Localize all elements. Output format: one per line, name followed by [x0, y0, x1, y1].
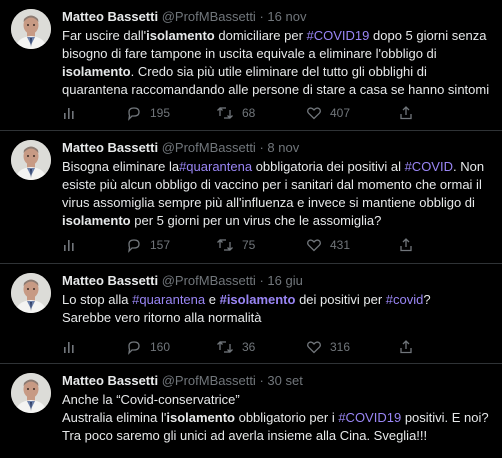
tweet-3[interactable]: Matteo Bassetti @ProfMBassetti · 16 giu … — [0, 264, 502, 364]
hashtag-link[interactable]: #isolamento — [220, 292, 296, 307]
retweet-icon — [217, 107, 233, 119]
share-icon — [400, 340, 412, 354]
tweet-4[interactable]: Matteo Bassetti @ProfMBassetti · 30 set … — [0, 364, 502, 458]
tweet-actions: 160 36 316 — [62, 339, 482, 357]
text-segment: Anche la “Covid-conservatrice” — [62, 392, 240, 407]
reply-icon — [128, 107, 140, 121]
reply-icon — [128, 341, 140, 355]
author-handle[interactable]: @ProfMBassetti — [162, 140, 256, 155]
share-icon — [400, 238, 412, 252]
tweet-2[interactable]: Matteo Bassetti @ProfMBassetti · 8 nov B… — [0, 131, 502, 264]
highlighted-term: isolamento — [62, 64, 131, 79]
tweet-date[interactable]: 16 nov — [267, 9, 306, 24]
text-segment: Lo stop alla — [62, 292, 133, 307]
tweet-date[interactable]: 8 nov — [267, 140, 299, 155]
like-count: 431 — [330, 238, 351, 252]
tweet-text: Lo stop alla #quarantena e #isolamento d… — [62, 291, 492, 327]
tweet-header: Matteo Bassetti @ProfMBassetti · 8 nov — [62, 140, 299, 156]
author-name[interactable]: Matteo Bassetti — [62, 140, 158, 155]
tweet-actions: 157 75 431 — [62, 237, 482, 255]
heart-icon — [307, 107, 321, 120]
like-button[interactable]: 431 — [306, 237, 350, 253]
heart-icon — [307, 239, 321, 252]
share-icon — [400, 106, 412, 120]
text-segment: domiciliare per — [214, 28, 307, 43]
share-button[interactable] — [398, 237, 422, 253]
text-segment: ? — [423, 292, 431, 307]
text-segment: per 5 giorni per un virus che le assomig… — [130, 213, 382, 228]
hashtag-link[interactable]: #quarantena — [179, 159, 252, 174]
author-name[interactable]: Matteo Bassetti — [62, 273, 158, 288]
highlighted-term: isolamento — [166, 410, 235, 425]
author-name[interactable]: Matteo Bassetti — [62, 9, 158, 24]
views-button[interactable] — [62, 105, 86, 121]
share-button[interactable] — [398, 105, 422, 121]
author-handle[interactable]: @ProfMBassetti — [162, 9, 256, 24]
bar-chart-icon — [64, 342, 74, 353]
highlighted-term: isolamento — [146, 28, 215, 43]
tweet-date[interactable]: 30 set — [267, 373, 302, 388]
tweet-text: Far uscire dall'isolamento domiciliare p… — [62, 27, 492, 99]
tweet-header: Matteo Bassetti @ProfMBassetti · 16 nov — [62, 9, 306, 25]
avatar[interactable] — [11, 373, 51, 413]
text-segment: Bisogna eliminare la — [62, 159, 180, 174]
retweet-count: 36 — [242, 340, 256, 354]
hashtag-link[interactable]: #COVID19 — [307, 28, 370, 43]
hashtag-link[interactable]: #COVID — [405, 159, 453, 174]
text-segment: Sarebbe vero ritorno alla normalità — [62, 310, 262, 325]
tweet-date[interactable]: 16 giu — [267, 273, 302, 288]
reply-count: 195 — [150, 106, 171, 120]
reply-button[interactable]: 160 — [126, 339, 170, 355]
tweet-text: Bisogna eliminare la#quarantena obbligat… — [62, 158, 492, 230]
avatar[interactable] — [11, 9, 51, 49]
bar-chart-icon — [64, 240, 74, 251]
tweet-1[interactable]: Matteo Bassetti @ProfMBassetti · 16 nov … — [0, 0, 502, 131]
share-button[interactable] — [398, 339, 422, 355]
tweet-actions: 195 68 407 — [62, 105, 482, 123]
retweet-icon — [217, 341, 233, 353]
separator-dot: · — [259, 9, 264, 24]
heart-icon — [307, 341, 321, 354]
views-button[interactable] — [62, 339, 86, 355]
text-segment: dei positivi per — [295, 292, 386, 307]
text-segment: Australia elimina l' — [62, 410, 167, 425]
avatar[interactable] — [11, 273, 51, 313]
tweet-header: Matteo Bassetti @ProfMBassetti · 16 giu — [62, 273, 303, 289]
like-count: 316 — [330, 340, 351, 354]
text-segment: obbligatoria dei positivi al — [252, 159, 405, 174]
reply-count: 157 — [150, 238, 171, 252]
tweet-text: Anche la “Covid-conservatrice” Australia … — [62, 391, 492, 445]
avatar[interactable] — [11, 140, 51, 180]
retweet-button[interactable]: 36 — [216, 339, 255, 355]
separator-dot: · — [259, 373, 264, 388]
reply-button[interactable]: 157 — [126, 237, 170, 253]
author-name[interactable]: Matteo Bassetti — [62, 373, 158, 388]
retweet-count: 75 — [242, 238, 256, 252]
reply-button[interactable]: 195 — [126, 105, 170, 121]
like-button[interactable]: 407 — [306, 105, 350, 121]
separator-dot: · — [259, 273, 264, 288]
retweet-count: 68 — [242, 106, 256, 120]
text-segment: obbligatorio per i — [234, 410, 339, 425]
hashtag-link[interactable]: #COVID19 — [338, 410, 401, 425]
text-segment: e — [205, 292, 220, 307]
retweet-button[interactable]: 75 — [216, 237, 255, 253]
retweet-icon — [217, 239, 233, 251]
bar-chart-icon — [64, 108, 74, 119]
highlighted-term: isolamento — [62, 213, 131, 228]
author-handle[interactable]: @ProfMBassetti — [162, 273, 256, 288]
reply-icon — [128, 239, 140, 253]
retweet-button[interactable]: 68 — [216, 105, 255, 121]
like-count: 407 — [330, 106, 351, 120]
text-segment: Far uscire dall' — [62, 28, 147, 43]
like-button[interactable]: 316 — [306, 339, 350, 355]
views-button[interactable] — [62, 237, 86, 253]
hashtag-link[interactable]: #covid — [386, 292, 424, 307]
tweet-header: Matteo Bassetti @ProfMBassetti · 30 set — [62, 373, 303, 389]
tweet-feed: Matteo Bassetti @ProfMBassetti · 16 nov … — [0, 0, 502, 458]
separator-dot: · — [259, 140, 264, 155]
author-handle[interactable]: @ProfMBassetti — [162, 373, 256, 388]
reply-count: 160 — [150, 340, 171, 354]
hashtag-link[interactable]: #quarantena — [132, 292, 205, 307]
